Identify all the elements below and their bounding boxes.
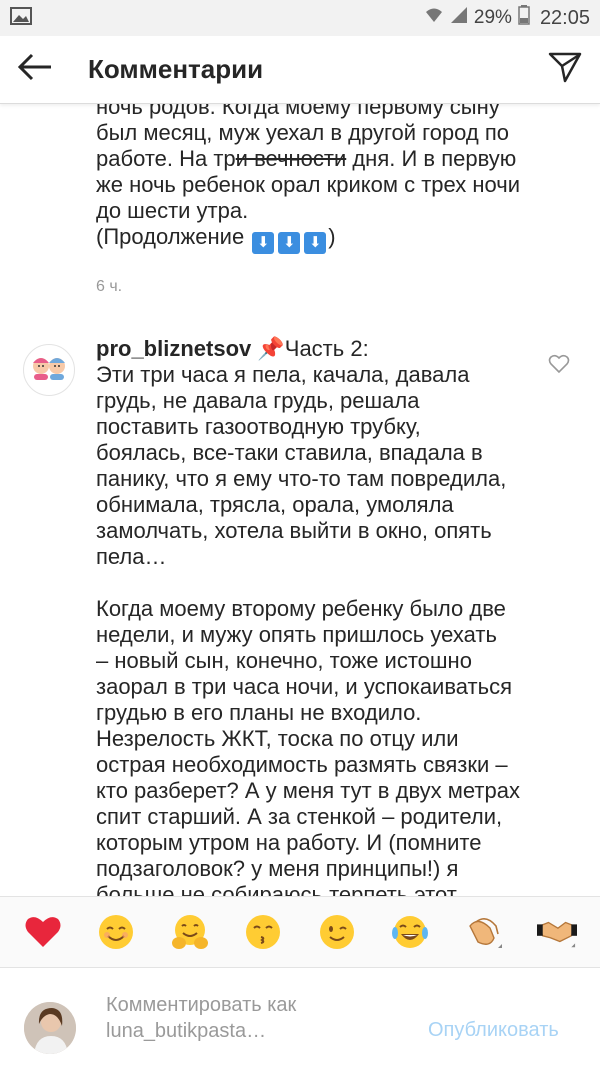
battery-percent: 29%: [473, 7, 512, 28]
page-title: Комментарии: [88, 54, 264, 84]
user-photo-icon: [24, 1002, 76, 1054]
hugging-face-icon: [171, 915, 208, 949]
pin-emoji: 📌: [257, 336, 285, 361]
app-header: Комментарии: [0, 36, 600, 104]
comment-paragraph-1: Эти три часа я пела, качала, давала груд…: [96, 362, 507, 569]
status-bar: 29% 22:05: [0, 0, 600, 36]
clock: 22:05: [539, 6, 590, 29]
comment-paragraph-2: Когда моему второму ребенку было две нед…: [96, 596, 520, 896]
image-icon: [10, 6, 32, 30]
comment-input[interactable]: Комментировать как luna_butikpasta…: [106, 992, 406, 1044]
emoji-quick-bar: [0, 896, 600, 968]
comments-list[interactable]: ночь родов. Когда моему первому сыну был…: [0, 104, 600, 896]
clapping-hands-icon: [468, 918, 502, 948]
share-button[interactable]: [530, 36, 600, 104]
handshake-icon: [537, 921, 578, 948]
comment-composer: Комментировать как luna_butikpasta… Опуб…: [0, 968, 600, 1066]
smiling-face-icon: [99, 915, 134, 949]
arrow-left-icon: [17, 53, 53, 86]
like-button[interactable]: [548, 354, 570, 376]
tears-of-joy-icon: [392, 916, 429, 948]
publish-button[interactable]: Опубликовать: [428, 1019, 559, 1042]
my-avatar: [24, 1002, 76, 1054]
signal-icon: [450, 6, 468, 30]
down-arrow-emoji: ⬇: [252, 232, 275, 254]
previous-comment-text: ночь родов. Когда моему первому сыну был…: [96, 104, 576, 254]
comment-text: pro_bliznetsov 📌Часть 2: Эти три часа я …: [96, 336, 556, 896]
comment-timestamp: 6 ч.: [96, 278, 123, 295]
twins-logo-icon: [33, 358, 65, 380]
heart-outline-icon: [548, 354, 570, 374]
clap-emoji-button[interactable]: [464, 912, 504, 952]
avatar[interactable]: [23, 344, 75, 396]
tears-of-joy-emoji-button[interactable]: [390, 912, 430, 952]
smile-emoji-button[interactable]: [96, 912, 136, 952]
heart-emoji-button[interactable]: [23, 912, 63, 952]
down-arrow-emoji: ⬇: [304, 232, 327, 254]
heart-icon: [25, 917, 61, 947]
down-arrow-emoji: ⬇: [278, 232, 301, 254]
back-button[interactable]: [0, 36, 70, 104]
winking-face-icon: [319, 915, 354, 949]
paper-plane-icon: [548, 51, 582, 88]
wifi-icon: [424, 6, 444, 30]
hug-emoji-button[interactable]: [170, 912, 210, 952]
handshake-emoji-button[interactable]: [537, 912, 578, 952]
battery-icon: [518, 5, 530, 31]
comment-username[interactable]: pro_bliznetsov: [96, 336, 251, 361]
kiss-emoji-button[interactable]: [243, 912, 283, 952]
kissing-face-icon: [246, 915, 281, 949]
wink-emoji-button[interactable]: [317, 912, 357, 952]
